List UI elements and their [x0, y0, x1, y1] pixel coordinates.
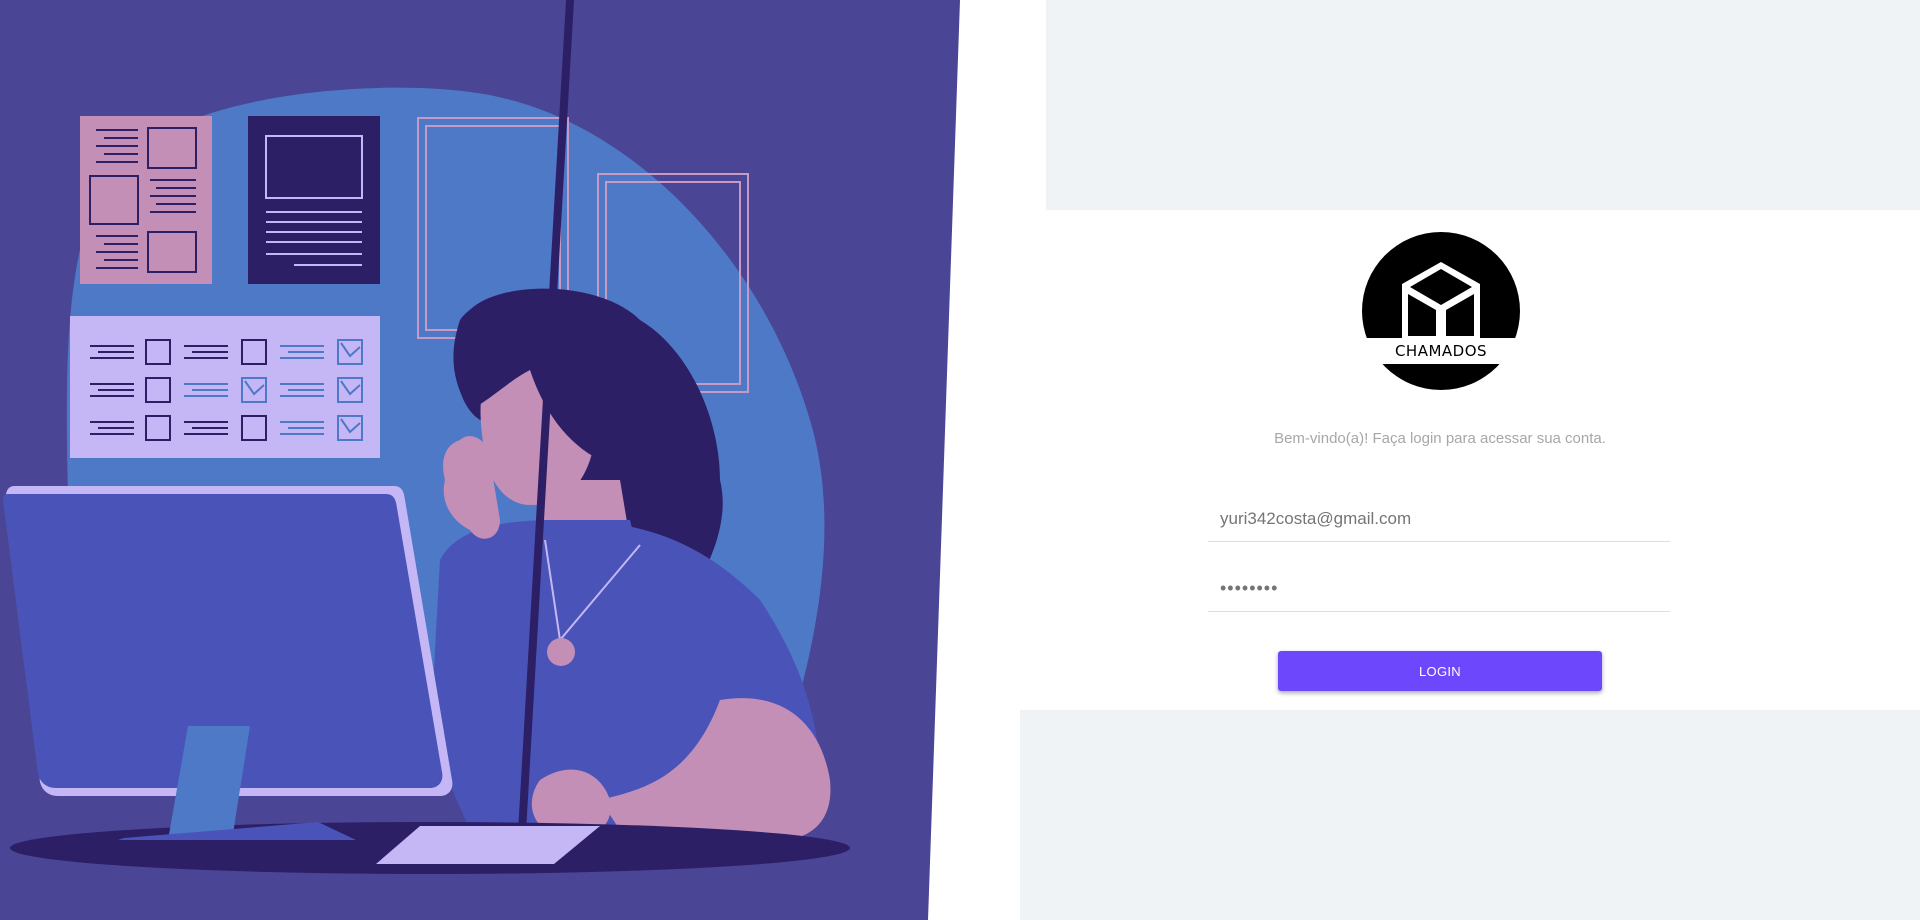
welcome-message: Bem-vindo(a)! Faça login para acessar su…: [1274, 430, 1606, 447]
password-field[interactable]: [1208, 566, 1670, 612]
dark-document: [248, 116, 380, 284]
email-field[interactable]: [1208, 496, 1670, 542]
login-button[interactable]: LOGIN: [1278, 651, 1602, 691]
pink-document: [80, 116, 212, 284]
monitor: [3, 486, 453, 840]
logo-text: CHAMADOS: [1395, 342, 1487, 360]
chamados-logo: CHAMADOS: [1362, 232, 1520, 390]
panel-top-band: [1046, 0, 1920, 210]
panel-bottom-band: [1020, 710, 1920, 920]
checklist-card: [70, 316, 380, 458]
